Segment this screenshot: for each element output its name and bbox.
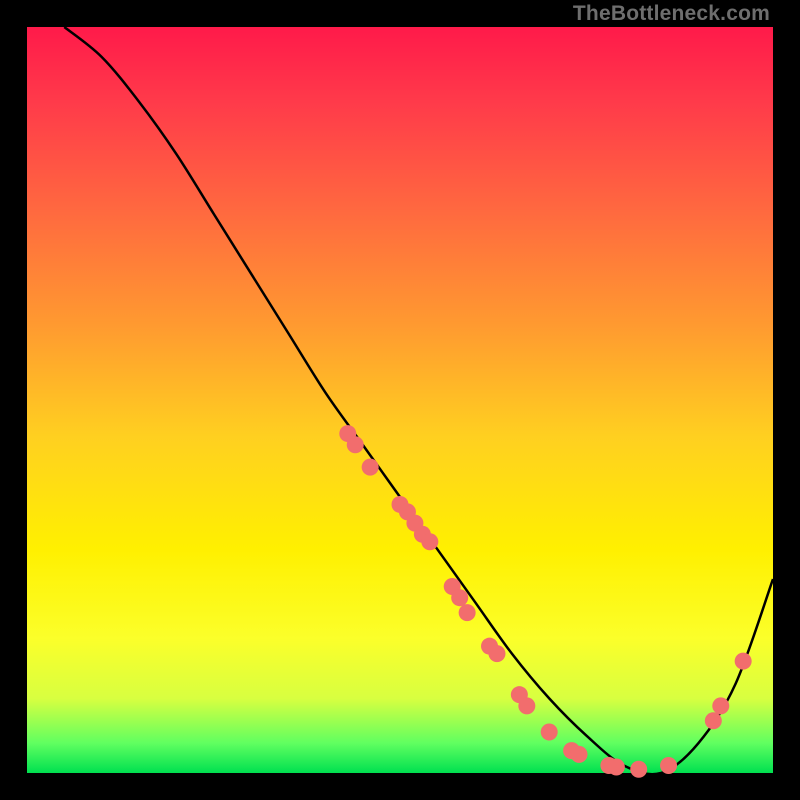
- chart-svg: [27, 27, 773, 773]
- data-point: [735, 653, 752, 670]
- bottleneck-curve: [64, 27, 773, 774]
- data-point: [660, 757, 677, 774]
- data-point: [541, 723, 558, 740]
- data-point: [571, 746, 588, 763]
- data-point: [488, 645, 505, 662]
- data-point: [705, 712, 722, 729]
- data-markers: [339, 425, 751, 778]
- chart-frame: [27, 27, 773, 773]
- data-point: [459, 604, 476, 621]
- watermark-text: TheBottleneck.com: [573, 2, 770, 26]
- data-point: [451, 589, 468, 606]
- data-point: [362, 459, 379, 476]
- data-point: [630, 761, 647, 778]
- data-point: [608, 759, 625, 776]
- data-point: [518, 697, 535, 714]
- data-point: [421, 533, 438, 550]
- data-point: [347, 436, 364, 453]
- data-point: [712, 697, 729, 714]
